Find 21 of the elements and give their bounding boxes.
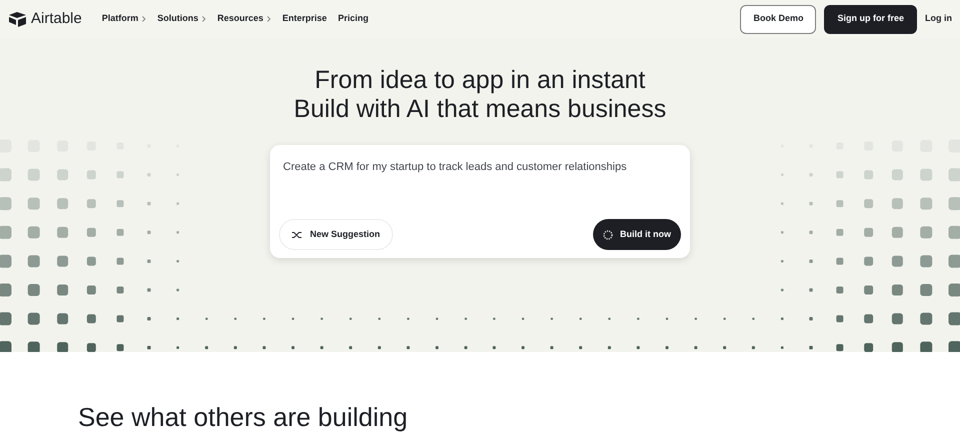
section-title: See what others are building	[78, 402, 409, 432]
sign-up-button[interactable]: Sign up for free	[824, 4, 917, 34]
chevron-icon	[202, 16, 206, 22]
build-button[interactable]: Build it now	[593, 219, 681, 250]
chevron-icon	[142, 16, 146, 22]
prompt-field[interactable]: Create a CRM for my startup to track leads and customer relationships New Suggestion Build it now	[270, 145, 690, 258]
new-suggestion-button[interactable]: New Suggestion	[279, 219, 394, 250]
nav-link[interactable]: Enterprise	[282, 12, 327, 26]
logo-icon[interactable]	[8, 11, 28, 27]
hero-title: Build with AI that means business	[294, 95, 666, 124]
hero-title: From idea to app in an instant	[314, 66, 646, 95]
shuffle-icon	[292, 230, 302, 238]
chevron-icon	[267, 16, 272, 22]
spinner-icon	[603, 230, 613, 240]
book-demo-button[interactable]: Book Demo	[740, 4, 816, 34]
nav-link[interactable]: Platform	[102, 12, 146, 26]
nav-link[interactable]: Pricing	[338, 12, 368, 26]
log-in-link[interactable]: Log in	[925, 12, 952, 26]
nav-link[interactable]: Resources	[217, 12, 272, 26]
brand-name[interactable]: Airtable	[31, 8, 82, 30]
nav-link[interactable]: Solutions	[157, 12, 206, 26]
